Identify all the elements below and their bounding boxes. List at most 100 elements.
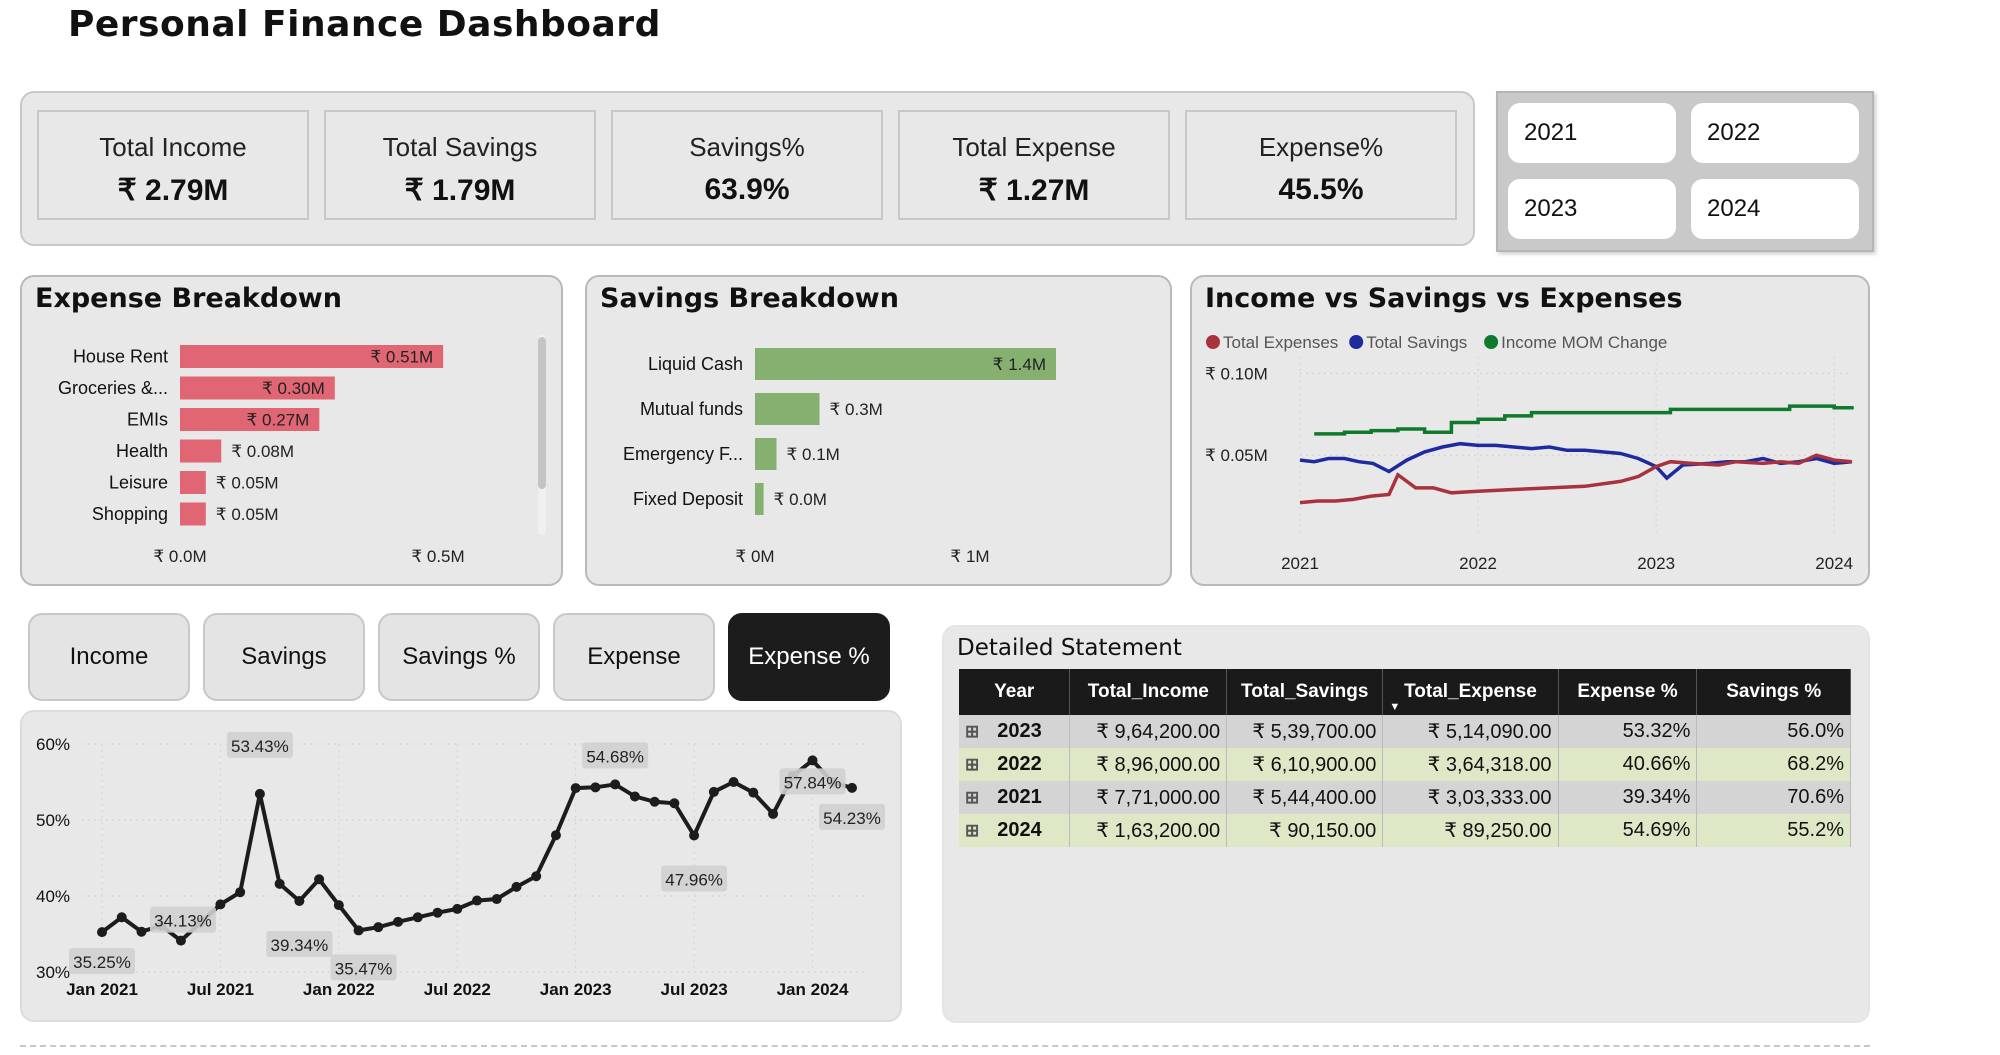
metric-button-savings[interactable]: Savings [203,613,365,701]
bar [755,483,764,515]
bar-data-label: ₹ 0.27M [247,411,310,430]
bar [180,502,206,526]
data-label: 57.84% [784,773,842,792]
y-tick-label: 60% [36,735,70,754]
kpi-total-savings: Total Savings ₹ 1.79M [324,110,596,220]
kpi-value: ₹ 2.79M [117,174,229,207]
sort-desc-icon[interactable]: ▼ [1389,701,1400,713]
kpi-value: ₹ 1.27M [978,174,1090,207]
data-point [531,871,542,882]
expand-icon[interactable]: ⊞ [965,821,979,840]
table-row[interactable]: ⊞ 2024 ₹ 1,63,200.00 ₹ 90,150.00 ₹ 89,250.00… [959,814,1851,847]
expand-icon[interactable]: ⊞ [965,788,979,807]
data-point [254,788,265,799]
table-cell: ₹ 6,10,900.00 [1226,748,1384,781]
column-header[interactable]: Expense % [1558,669,1698,715]
bar [755,438,777,470]
data-point [472,895,482,906]
year-cell: ⊞ 2021 [959,781,1071,814]
bar-data-label: ₹ 0.3M [830,400,883,419]
data-point [116,912,127,923]
year-button-2021[interactable]: 2021 [1508,103,1676,163]
legend-marker [1484,335,1499,349]
legend-marker [1349,335,1364,349]
page-title: Personal Finance Dashboard [68,4,661,45]
table-cell: 39.34% [1558,781,1698,814]
series-line [1314,404,1854,436]
x-tick-label: Jul 2022 [424,980,491,999]
x-tick-label: ₹ 0.5M [411,547,464,566]
metric-button-expense[interactable]: Expense [553,613,715,701]
table-cell: ₹ 3,64,318.00 [1382,748,1559,781]
bar-data-label: ₹ 0.30M [262,379,325,398]
table-row[interactable]: ⊞ 2021 ₹ 7,71,000.00 ₹ 5,44,400.00 ₹ 3,03,33… [959,781,1851,814]
data-point [847,782,857,793]
metric-button-savings[interactable]: Savings % [378,613,540,701]
bar-category-label: EMIs [127,410,168,430]
table-cell: ₹ 3,03,333.00 [1382,781,1559,814]
kpi-label: Total Income [99,132,247,162]
x-tick-label: 2023 [1637,554,1675,573]
cell-text: 2023 [997,720,1042,742]
cell-text: 2021 [997,786,1042,808]
legend-label: Total Expenses [1223,333,1338,352]
data-point [491,894,502,905]
metric-button-expense[interactable]: Expense % [728,613,890,701]
year-cell: ⊞ 2023 [959,715,1071,748]
table-cell: ₹ 90,150.00 [1226,814,1384,847]
data-point [708,786,719,797]
metric-button-income[interactable]: Income [28,613,190,701]
legend-label: Income MOM Change [1501,333,1667,352]
bar-category-label: Health [116,441,168,461]
x-tick-label: 2024 [1815,554,1853,573]
column-header[interactable]: Total_Savings [1226,669,1384,715]
statement-table: Year Total_Income Total_Savings Total_Expen… [959,669,1851,847]
year-button-2022[interactable]: 2022 [1691,103,1859,163]
data-label: 35.47% [335,959,393,978]
expand-icon[interactable]: ⊞ [965,755,979,774]
column-header[interactable]: Total_Expense ▼ [1382,669,1559,715]
expand-icon[interactable]: ⊞ [965,722,979,741]
data-point [748,787,759,798]
data-point [412,912,423,923]
data-point [393,916,404,927]
data-point [175,935,186,946]
bar [755,393,820,425]
column-header[interactable]: Savings % [1696,669,1851,715]
table-row[interactable]: ⊞ 2023 ₹ 9,64,200.00 ₹ 5,39,700.00 ₹ 5,14,09… [959,715,1851,748]
statement-title: Detailed Statement [957,635,1182,661]
table-cell: ₹ 9,64,200.00 [1069,715,1228,748]
data-point [669,798,680,809]
data-point [511,881,522,892]
scrollbar-track[interactable] [538,335,546,535]
table-cell: 40.66% [1558,748,1698,781]
column-header[interactable]: Year [959,669,1071,715]
bar-data-label: ₹ 0.08M [231,442,294,461]
data-point [215,899,226,910]
data-point [294,896,305,907]
table-cell: ₹ 7,71,000.00 [1069,781,1228,814]
x-tick-label: Jul 2021 [187,980,254,999]
bar-category-label: House Rent [73,347,168,367]
table-cell: 54.69% [1558,814,1698,847]
data-label: 35.25% [73,953,131,972]
expense-breakdown-chart: House Rent ₹ 0.51M Groceries &... ₹ 0.30M EM… [58,345,465,566]
data-point [274,878,285,889]
data-point [432,907,443,918]
legend-marker [1206,335,1220,349]
table-cell: 56.0% [1696,715,1851,748]
year-button-2024[interactable]: 2024 [1691,179,1859,239]
bar-data-label: ₹ 0.0M [774,490,827,509]
column-header[interactable]: Total_Income [1069,669,1228,715]
table-cell: ₹ 5,14,090.00 [1382,715,1559,748]
table-cell: ₹ 5,39,700.00 [1226,715,1384,748]
table-cell: ₹ 1,63,200.00 [1069,814,1228,847]
table-row[interactable]: ⊞ 2022 ₹ 8,96,000.00 ₹ 6,10,900.00 ₹ 3,64,31… [959,748,1851,781]
cell-text: 2022 [997,753,1042,775]
data-point [689,830,700,841]
year-button-2023[interactable]: 2023 [1508,179,1676,239]
income-vs-card: Income vs Savings vs Expenses Total Expe… [1190,275,1870,586]
expense-breakdown-card: Expense Breakdown House Rent ₹ 0.51M Groce… [20,275,563,586]
scrollbar-thumb[interactable] [538,337,546,489]
kpi-total-income: Total Income ₹ 2.79M [37,110,309,220]
